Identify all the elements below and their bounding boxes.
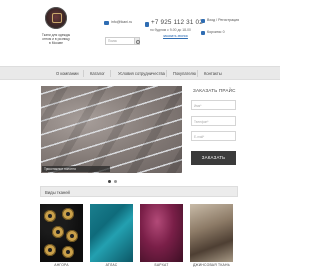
nav-divider [197,70,198,77]
fabric-label[interactable]: Атлас [90,263,133,267]
fabric-tile-velvet[interactable] [140,204,183,262]
slider-dot-2[interactable] [114,180,117,183]
phone-icon [145,22,149,27]
fabric-label[interactable]: Джинсовая ткань [190,263,233,267]
nav-divider [83,70,84,77]
button-decor [44,210,56,222]
nav-divider [110,70,111,77]
email-link[interactable]: info@tkani.ru [111,20,132,24]
nav-item-contacts[interactable]: Контакты [204,71,222,76]
nav-divider [166,70,167,77]
tagline-line-3: в Москве [49,41,63,46]
nav-item-buyers[interactable]: Покупателю [173,71,196,76]
section-title: Виды тканей [45,189,70,195]
fabric-tile-denim[interactable] [190,204,233,262]
button-decor [44,244,56,256]
phone-number[interactable]: +7 925 112 31 02 [151,19,203,26]
main-nav: О компании Каталог Условия сотрудничеств… [0,66,280,80]
login-link[interactable]: Вход / Регистрация [207,18,239,22]
nav-item-catalog[interactable]: Каталог [90,71,105,76]
button-decor [66,230,78,242]
site-tagline: Ткани для одежды оптом и в розницу в Мос… [30,33,82,46]
phone-field[interactable]: Телефон* [191,116,236,126]
working-hours: по будням с 9-00 до 18-00 [150,28,191,32]
callback-link[interactable]: заказать звонок [163,34,188,38]
email-placeholder: E-mail* [194,134,205,139]
fabrics-section-header: Виды тканей [40,186,238,197]
search-input[interactable]: Поиск [105,37,137,45]
name-placeholder: Имя* [194,103,202,108]
nav-item-terms[interactable]: Условия сотрудничества [118,71,165,76]
nav-item-about[interactable]: О компании [56,71,79,76]
slide-caption: Трикотажное полотно [42,166,110,172]
hero-slider[interactable] [41,86,182,173]
order-form-title: ЗАКАЗАТЬ ПРАЙС [193,88,236,93]
user-icon [201,19,205,23]
fabric-label[interactable]: Ангора [40,263,83,267]
button-decor [52,226,64,238]
phone-placeholder: Телефон* [194,119,209,124]
search-button[interactable] [134,37,140,45]
slider-dot-1[interactable] [108,180,111,183]
site-logo[interactable] [45,7,67,29]
order-button[interactable]: ЗАКАЗАТЬ [191,151,236,165]
button-decor [62,246,74,258]
fabric-tile-atlas[interactable] [90,204,133,262]
name-field[interactable]: Имя* [191,100,236,110]
search-placeholder: Поиск [108,39,117,43]
slide-caption-text: Трикотажное полотно [44,167,76,171]
fabric-tile-angora[interactable] [40,204,83,262]
button-decor [62,208,74,220]
cart-icon [201,31,205,35]
mail-icon [104,21,109,25]
fabric-label[interactable]: Бархат [140,263,183,267]
email-field[interactable]: E-mail* [191,131,236,141]
cart-link[interactable]: Корзина: 0 [207,30,225,34]
